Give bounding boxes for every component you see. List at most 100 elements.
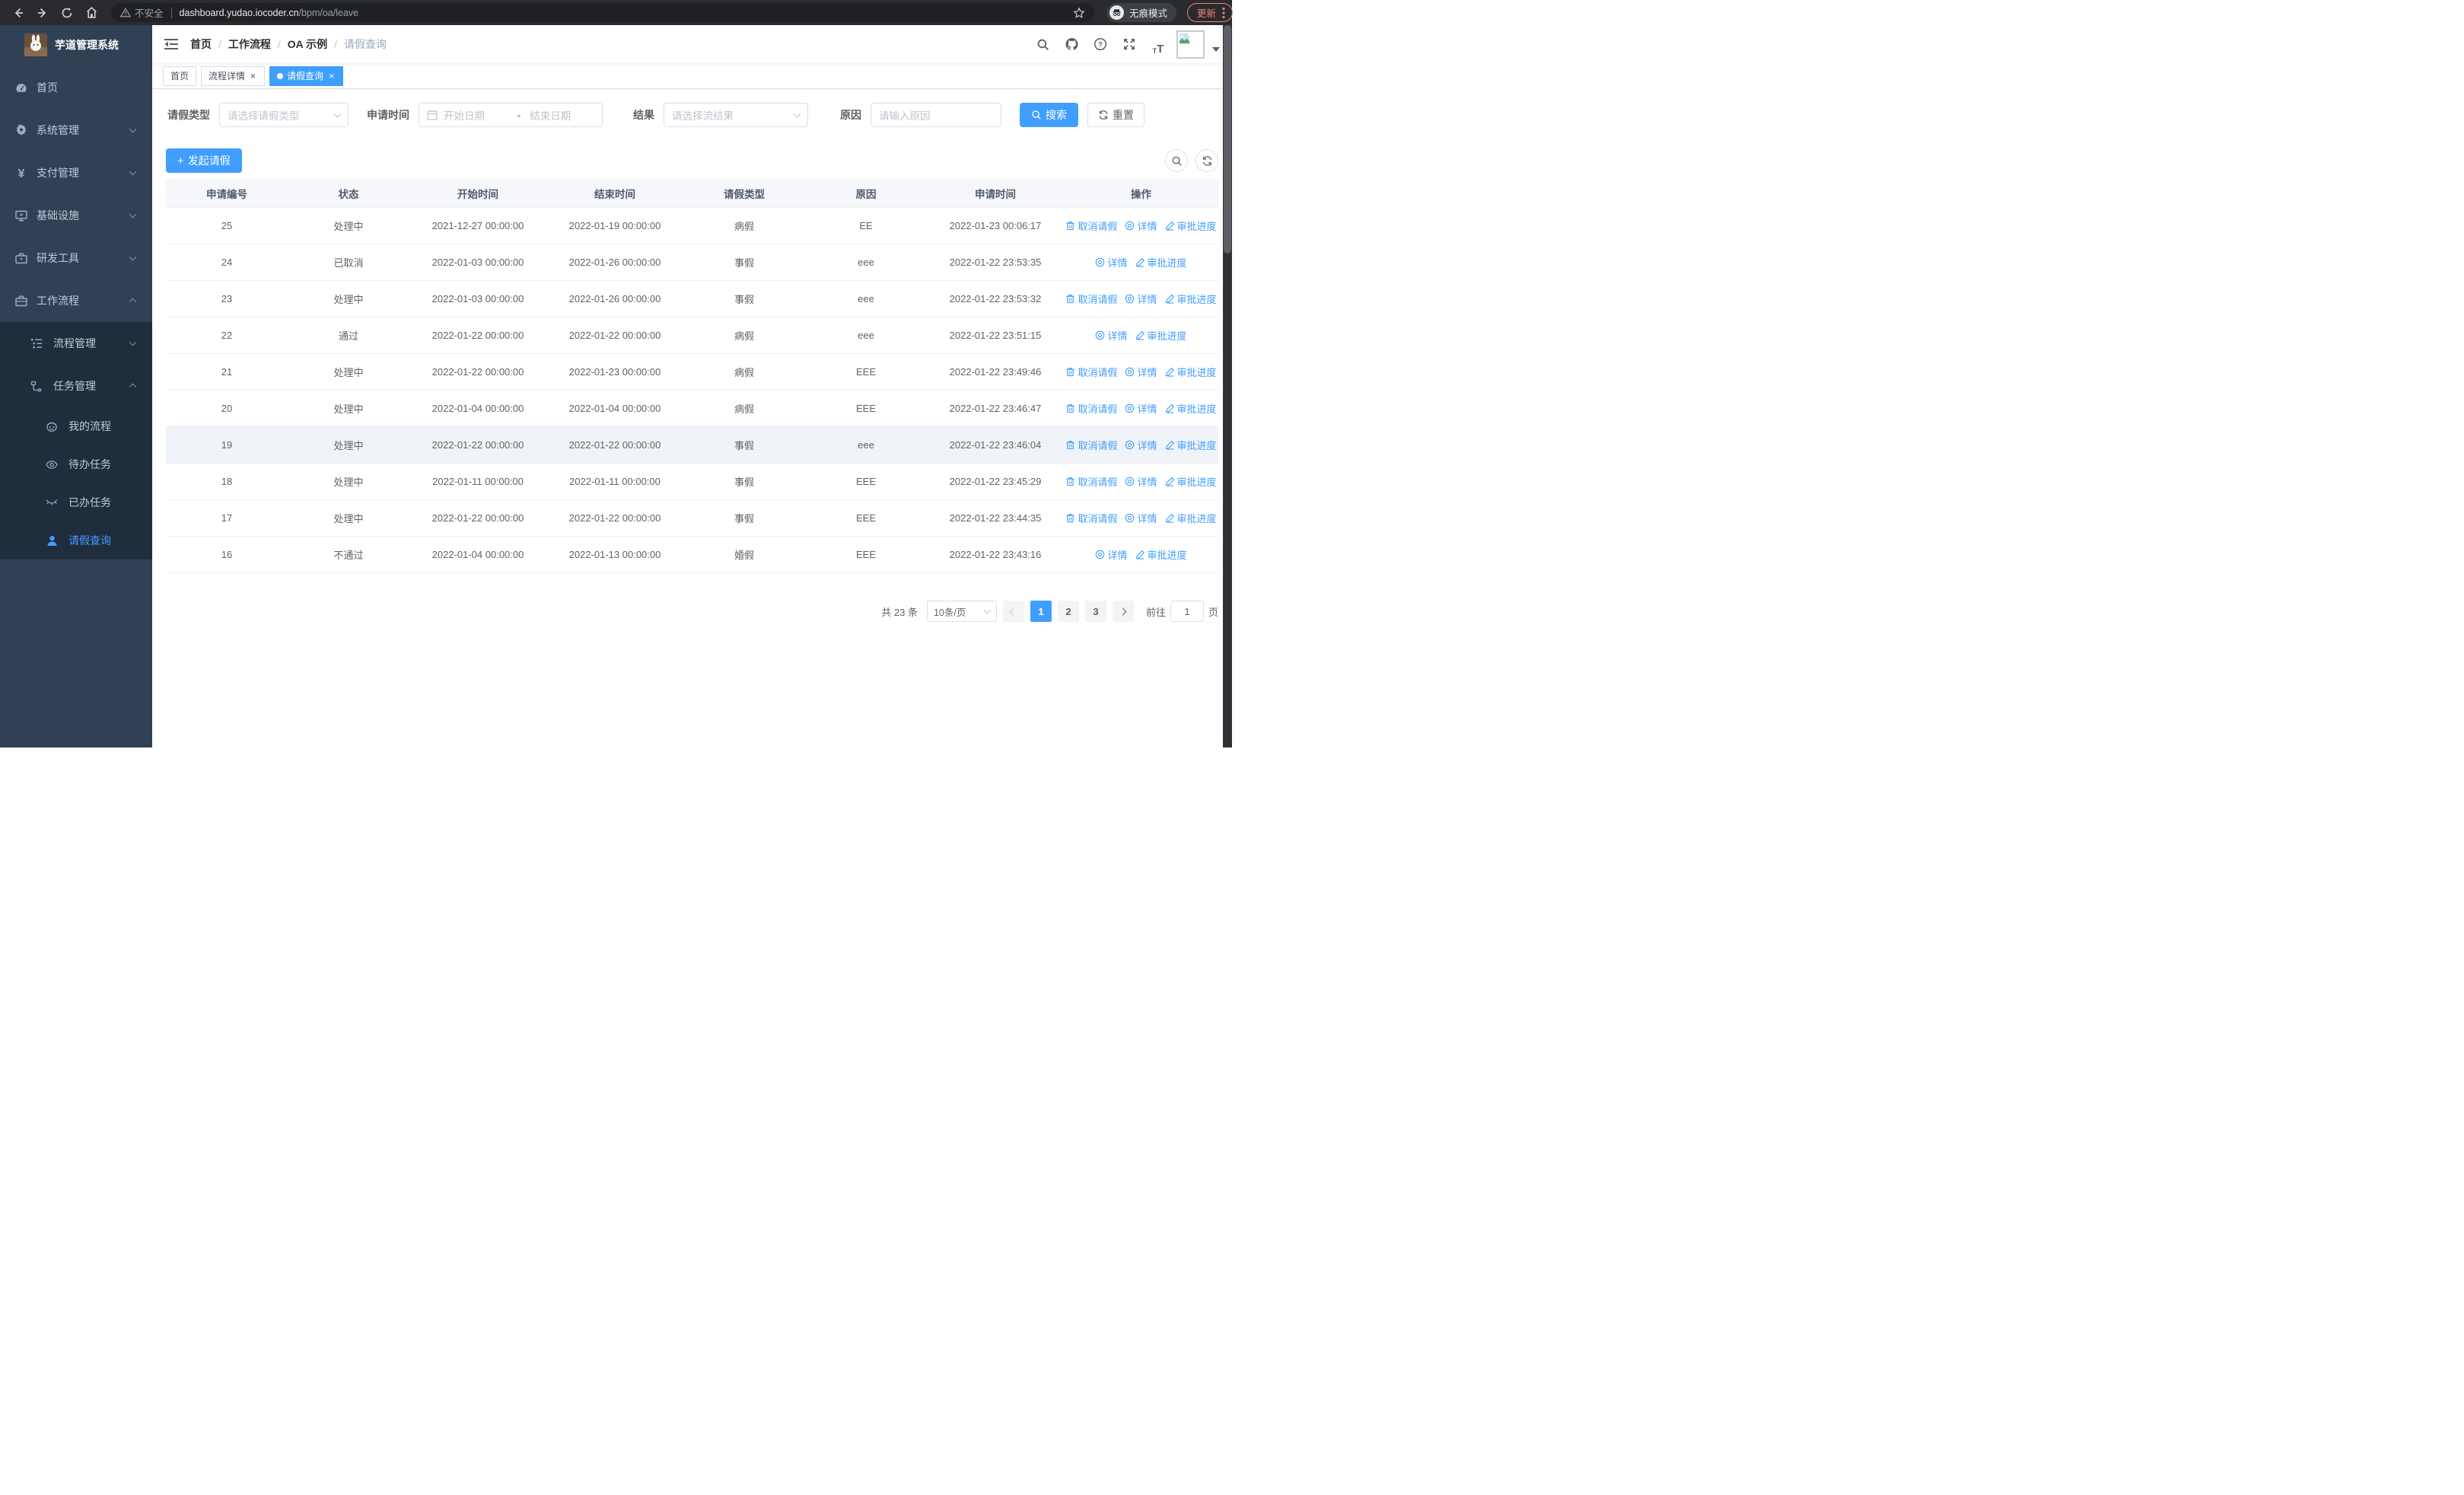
action-link-取消请假[interactable]: 取消请假 [1065,218,1117,233]
bookmark-star-icon[interactable] [1073,6,1085,19]
action-link-审批进度[interactable]: 审批进度 [1165,401,1217,416]
action-link-详情[interactable]: 详情 [1125,365,1157,379]
action-link-审批进度[interactable]: 审批进度 [1135,255,1187,269]
page-content: 请假类型 请选择请假类型 申请时间 开始日期 - 结束日期 结果 请选择流结果 [152,89,1232,748]
eye-closed-icon [46,499,58,506]
scrollbar-thumb[interactable] [1224,25,1231,253]
sidebar-item-基础设施[interactable]: 基础设施 [0,194,152,237]
action-link-取消请假[interactable]: 取消请假 [1065,292,1117,306]
action-link-取消请假[interactable]: 取消请假 [1065,511,1117,525]
action-link-取消请假[interactable]: 取消请假 [1065,401,1117,416]
action-link-审批进度[interactable]: 审批进度 [1165,365,1217,379]
reason-input[interactable]: 请输入原因 [871,103,1001,127]
address-bar[interactable]: 不安全 dashboard.yudao.iocoder.cn/bpm/oa/le… [111,3,1094,22]
sidebar-item-首页[interactable]: 首页 [0,66,152,109]
page-button-2[interactable]: 2 [1057,601,1079,622]
action-link-审批进度[interactable]: 审批进度 [1135,328,1187,343]
breadcrumb-item-首页[interactable]: 首页 [190,37,212,52]
action-link-取消请假[interactable]: 取消请假 [1065,365,1117,379]
action-link-审批进度[interactable]: 审批进度 [1165,474,1217,489]
kebab-menu-icon[interactable] [1222,7,1225,19]
update-label: 更新 [1197,8,1217,19]
broken-image-icon [1179,32,1190,43]
next-page-button[interactable] [1112,601,1134,622]
help-icon[interactable]: ? [1090,33,1111,55]
cell-id: 17 [221,512,233,524]
action-link-审批进度[interactable]: 审批进度 [1165,438,1217,452]
sidebar-item-待办任务[interactable]: 待办任务 [0,445,152,483]
sidebar-toggle-icon[interactable] [152,25,190,63]
sidebar-item-支付管理[interactable]: ¥ 支付管理 [0,151,152,194]
sidebar-item-研发工具[interactable]: 研发工具 [0,237,152,279]
table-row: 19 处理中 2022-01-22 00:00:00 2022-01-22 00:00… [166,427,1218,464]
refresh-table-button[interactable] [1195,149,1218,172]
view-icon [1125,477,1135,486]
action-link-详情[interactable]: 详情 [1125,401,1157,416]
action-link-审批进度[interactable]: 审批进度 [1135,547,1187,562]
sidebar-item-任务管理[interactable]: 任务管理 [0,365,152,407]
action-link-详情[interactable]: 详情 [1095,255,1128,269]
tag-流程详情[interactable]: 流程详情 × [201,65,266,86]
action-link-详情[interactable]: 详情 [1125,292,1157,306]
back-icon[interactable] [8,2,29,24]
action-link-详情[interactable]: 详情 [1125,474,1157,489]
action-label: 详情 [1137,403,1157,415]
chevron-down-icon [333,110,342,118]
sidebar-item-已办任务[interactable]: 已办任务 [0,483,152,521]
github-icon[interactable] [1061,33,1082,55]
action-link-详情[interactable]: 详情 [1125,438,1157,452]
apply-time-range-picker[interactable]: 开始日期 - 结束日期 [419,103,603,127]
action-link-审批进度[interactable]: 审批进度 [1165,511,1217,525]
column-header-原因: 原因 [855,188,877,200]
action-link-详情[interactable]: 详情 [1095,328,1128,343]
close-icon[interactable]: × [249,71,257,81]
cell-id: 18 [221,476,233,487]
sidebar-item-请假查询[interactable]: 请假查询 [0,521,152,559]
breadcrumb-item-OA 示例[interactable]: OA 示例 [288,37,327,52]
forward-icon[interactable] [32,2,53,24]
avatar-dropdown-caret-icon[interactable] [1212,47,1220,52]
cell-type: 病假 [734,367,754,378]
action-link-审批进度[interactable]: 审批进度 [1165,292,1217,306]
font-size-icon[interactable]: TT [1148,33,1169,55]
tags-view: 首页 流程详情 × 请假查询 × [152,63,1232,89]
page-size-select[interactable]: 10条/页 [926,601,997,622]
action-link-取消请假[interactable]: 取消请假 [1065,474,1117,489]
tag-首页[interactable]: 首页 [163,65,197,86]
leave-type-select[interactable]: 请选择请假类型 [219,103,349,127]
action-link-审批进度[interactable]: 审批进度 [1165,218,1217,233]
close-icon[interactable]: × [327,71,336,81]
action-link-详情[interactable]: 详情 [1095,547,1128,562]
create-leave-button[interactable]: + 发起请假 [166,148,242,173]
breadcrumb-item-工作流程[interactable]: 工作流程 [228,37,271,52]
show-search-toggle-button[interactable] [1165,149,1188,172]
prev-page-button[interactable] [1002,601,1024,622]
avatar[interactable] [1176,30,1205,59]
tag-请假查询[interactable]: 请假查询 × [269,65,344,86]
result-select[interactable]: 请选择流结果 [664,103,808,127]
sidebar-item-流程管理[interactable]: 流程管理 [0,322,152,365]
action-link-详情[interactable]: 详情 [1125,218,1157,233]
delete-icon [1065,513,1075,523]
reset-button[interactable]: 重置 [1087,103,1144,127]
action-label: 取消请假 [1078,513,1118,524]
sidebar-item-系统管理[interactable]: 系统管理 [0,109,152,151]
page-scrollbar[interactable] [1223,25,1232,748]
not-secure-warning-icon[interactable]: 不安全 [120,5,164,20]
range-separator: - [517,109,521,121]
page-button-3[interactable]: 3 [1084,601,1106,622]
fullscreen-icon[interactable] [1119,33,1140,55]
search-button[interactable]: 搜索 [1020,103,1078,127]
action-link-详情[interactable]: 详情 [1125,511,1157,525]
sidebar-item-我的流程[interactable]: 我的流程 [0,407,152,445]
page-button-1[interactable]: 1 [1030,601,1052,622]
sidebar-item-工作流程[interactable]: 工作流程 [0,279,152,322]
action-link-取消请假[interactable]: 取消请假 [1065,438,1117,452]
header-search-icon[interactable] [1032,33,1053,55]
update-button[interactable]: 更新 [1187,3,1234,22]
home-icon[interactable] [81,2,102,24]
reload-icon[interactable] [56,2,78,24]
action-label: 审批进度 [1176,367,1217,378]
table-row: 18 处理中 2022-01-11 00:00:00 2022-01-11 00:00… [166,464,1218,500]
goto-page-input[interactable]: 1 [1170,601,1204,622]
